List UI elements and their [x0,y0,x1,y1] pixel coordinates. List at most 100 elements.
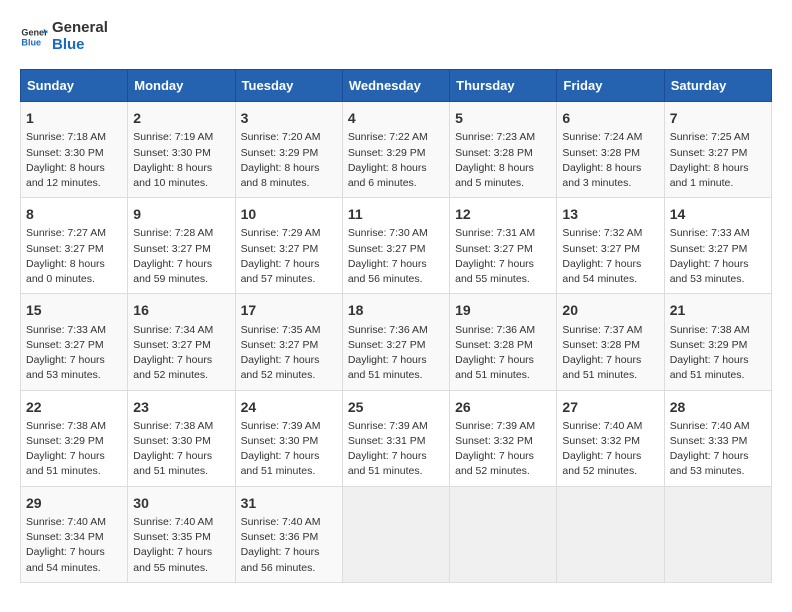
sunset: Sunset: 3:27 PM [241,339,319,351]
calendar-cell: 21Sunrise: 7:38 AMSunset: 3:29 PMDayligh… [664,294,771,390]
calendar-cell: 23 Sunrise: 7:38 AM Sunset: 3:30 PM Dayligh… [128,390,235,486]
day-number: 2 [133,108,229,128]
daylight: Daylight: 7 hours and 52 minutes. [133,354,212,381]
sunset: Sunset: 3:27 PM [26,339,104,351]
calendar-cell: 16Sunrise: 7:34 AMSunset: 3:27 PMDayligh… [128,294,235,390]
col-header-sunday: Sunday [21,70,128,102]
daylight: Daylight: 7 hours and 55 minutes. [455,258,534,285]
daylight: Daylight: 7 hours and 51 minutes. [670,354,749,381]
calendar-cell [664,486,771,582]
sunset: Sunset: 3:32 PM [562,435,640,447]
daylight: Daylight: 8 hours and 12 minutes. [26,162,105,189]
day-number: 5 [455,108,551,128]
daylight: Daylight: 7 hours and 51 minutes. [241,450,320,477]
sunset: Sunset: 3:32 PM [455,435,533,447]
calendar-cell: 27 Sunrise: 7:40 AM Sunset: 3:32 PM Dayligh… [557,390,664,486]
calendar-cell: 2Sunrise: 7:19 AMSunset: 3:30 PMDaylight… [128,102,235,198]
sunrise: Sunrise: 7:40 AM [562,420,642,432]
daylight: Daylight: 7 hours and 53 minutes. [670,450,749,477]
calendar-cell: 22Sunrise: 7:38 AMSunset: 3:29 PMDayligh… [21,390,128,486]
day-number: 22 [26,397,122,417]
day-number: 26 [455,397,551,417]
sunset: Sunset: 3:27 PM [241,243,319,255]
sunset: Sunset: 3:29 PM [26,435,104,447]
sunrise: Sunrise: 7:20 AM [241,131,321,143]
svg-text:Blue: Blue [21,37,41,47]
calendar-cell: 11Sunrise: 7:30 AMSunset: 3:27 PMDayligh… [342,198,449,294]
logo-icon: General Blue [20,23,48,51]
sunrise: Sunrise: 7:25 AM [670,131,750,143]
sunset: Sunset: 3:27 PM [670,243,748,255]
day-number: 23 [133,397,229,417]
sunset: Sunset: 3:27 PM [133,243,211,255]
day-number: 8 [26,204,122,224]
sunset: Sunset: 3:27 PM [562,243,640,255]
sunset: Sunset: 3:27 PM [26,243,104,255]
day-number: 20 [562,300,658,320]
sunrise: Sunrise: 7:18 AM [26,131,106,143]
sunset: Sunset: 3:27 PM [670,147,748,159]
day-number: 11 [348,204,444,224]
day-number: 31 [241,493,337,513]
header: General Blue General Blue [20,20,772,53]
week-row-1: 1Sunrise: 7:18 AMSunset: 3:30 PMDaylight… [21,102,772,198]
daylight: Daylight: 7 hours and 52 minutes. [562,450,641,477]
calendar-cell: 8Sunrise: 7:27 AMSunset: 3:27 PMDaylight… [21,198,128,294]
calendar-cell: 6Sunrise: 7:24 AMSunset: 3:28 PMDaylight… [557,102,664,198]
sunrise: Sunrise: 7:30 AM [348,227,428,239]
col-header-monday: Monday [128,70,235,102]
sunset: Sunset: 3:27 PM [133,339,211,351]
daylight: Daylight: 7 hours and 53 minutes. [670,258,749,285]
calendar-cell [450,486,557,582]
col-header-friday: Friday [557,70,664,102]
day-number: 10 [241,204,337,224]
sunrise: Sunrise: 7:23 AM [455,131,535,143]
daylight: Daylight: 7 hours and 51 minutes. [26,450,105,477]
calendar-cell: 17Sunrise: 7:35 AMSunset: 3:27 PMDayligh… [235,294,342,390]
daylight: Daylight: 7 hours and 51 minutes. [133,450,212,477]
day-number: 30 [133,493,229,513]
sunset: Sunset: 3:33 PM [670,435,748,447]
sunset: Sunset: 3:27 PM [455,243,533,255]
sunrise: Sunrise: 7:36 AM [455,324,535,336]
day-number: 24 [241,397,337,417]
sunrise: Sunrise: 7:28 AM [133,227,213,239]
sunset: Sunset: 3:30 PM [241,435,319,447]
day-number: 16 [133,300,229,320]
calendar-cell: 3Sunrise: 7:20 AMSunset: 3:29 PMDaylight… [235,102,342,198]
sunrise: Sunrise: 7:38 AM [133,420,213,432]
daylight: Daylight: 8 hours and 10 minutes. [133,162,212,189]
daylight: Daylight: 8 hours and 0 minutes. [26,258,105,285]
sunset: Sunset: 3:30 PM [133,435,211,447]
daylight: Daylight: 8 hours and 1 minute. [670,162,749,189]
daylight: Daylight: 7 hours and 59 minutes. [133,258,212,285]
calendar-cell: 20 Sunrise: 7:37 AM Sunset: 3:28 PM Dayligh… [557,294,664,390]
sunset: Sunset: 3:28 PM [455,147,533,159]
calendar-cell: 24Sunrise: 7:39 AMSunset: 3:30 PMDayligh… [235,390,342,486]
sunset: Sunset: 3:31 PM [348,435,426,447]
sunset: Sunset: 3:30 PM [133,147,211,159]
daylight: Daylight: 7 hours and 51 minutes. [562,354,641,381]
daylight: Daylight: 7 hours and 57 minutes. [241,258,320,285]
logo: General Blue General Blue [20,20,108,53]
logo-blue: Blue [52,36,85,53]
sunset: Sunset: 3:28 PM [562,339,640,351]
col-header-thursday: Thursday [450,70,557,102]
day-number: 21 [670,300,766,320]
sunrise: Sunrise: 7:22 AM [348,131,428,143]
sunrise: Sunrise: 7:39 AM [455,420,535,432]
calendar-cell: 28Sunrise: 7:40 AMSunset: 3:33 PMDayligh… [664,390,771,486]
daylight: Daylight: 7 hours and 56 minutes. [241,546,320,573]
day-number: 18 [348,300,444,320]
calendar-cell: 29Sunrise: 7:40 AMSunset: 3:34 PMDayligh… [21,486,128,582]
sunrise: Sunrise: 7:33 AM [26,324,106,336]
calendar-cell: 1Sunrise: 7:18 AMSunset: 3:30 PMDaylight… [21,102,128,198]
day-number: 27 [562,397,658,417]
day-number: 19 [455,300,551,320]
sunset: Sunset: 3:30 PM [26,147,104,159]
day-number: 3 [241,108,337,128]
week-row-4: 22 Sunrise: 7:38 AM Sunset: 3:29 PM Dayligh… [21,390,772,486]
col-header-wednesday: Wednesday [342,70,449,102]
day-number: 14 [670,204,766,224]
sunrise: Sunrise: 7:37 AM [562,324,642,336]
